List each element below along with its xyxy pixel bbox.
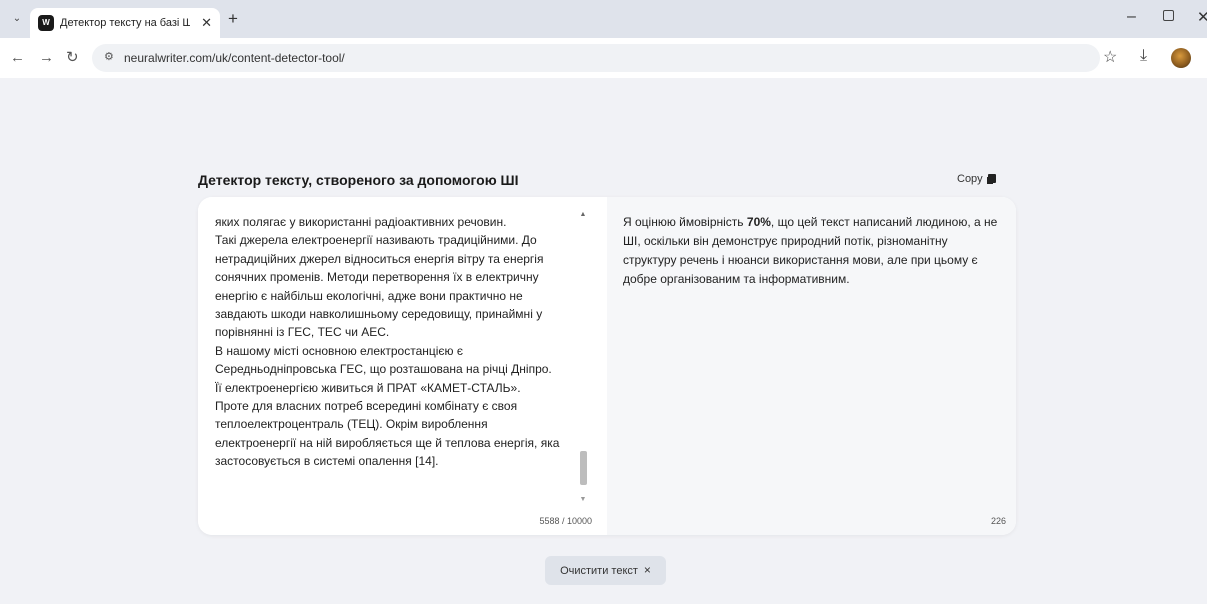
input-pane: яких полягає у використанні радіоактивни… bbox=[198, 197, 607, 535]
detector-card: яких полягає у використанні радіоактивни… bbox=[198, 197, 1016, 535]
tab-favicon-icon: W bbox=[38, 15, 54, 31]
copy-button[interactable]: Copy bbox=[957, 173, 996, 185]
result-pane: Я оцінюю ймовірність 70%, що цей текст н… bbox=[607, 197, 1016, 535]
page-title: Детектор тексту, створеного за допомогою… bbox=[198, 172, 519, 188]
tab-title: Детектор тексту на базі ШІ ▶ bbox=[60, 17, 190, 29]
input-line: теплоелектроцентраль (ТЕЦ). Окрім виробл… bbox=[215, 417, 488, 432]
tab-search-chevron-icon[interactable]: ⌄ bbox=[8, 10, 26, 28]
input-line: завдають шкоди навколишньому середовищу,… bbox=[215, 307, 543, 322]
scroll-down-arrow-icon[interactable]: ▼ bbox=[578, 496, 588, 503]
result-prefix: Я оцінюю ймовірність bbox=[623, 215, 747, 229]
page-content: Детектор тексту, створеного за допомогою… bbox=[0, 78, 1207, 604]
forward-arrow-icon[interactable]: → bbox=[39, 48, 54, 68]
copy-icon bbox=[987, 174, 996, 183]
input-line: застосовується в системі опалення [14]. bbox=[215, 454, 439, 469]
input-line: порівнянні із ГЕС, ТЕС чи АЕС. bbox=[215, 325, 390, 340]
result-text: Я оцінюю ймовірність 70%, що цей текст н… bbox=[623, 213, 1003, 289]
input-scrollbar[interactable]: ▲ ▼ bbox=[578, 211, 588, 503]
result-probability: 70% bbox=[746, 215, 771, 229]
address-bar[interactable]: ⚙ neuralwriter.com/uk/content-detector-t… bbox=[92, 44, 1100, 72]
input-line: Середньодніпровська ГЕС, що розташована … bbox=[215, 362, 552, 377]
input-line: Проте для власних потреб всередині комбі… bbox=[215, 399, 518, 414]
scroll-thumb[interactable] bbox=[580, 451, 587, 485]
browser-tab[interactable]: W Детектор тексту на базі ШІ ▶ ✕ bbox=[30, 8, 220, 38]
site-settings-icon[interactable]: ⚙ bbox=[104, 50, 114, 63]
input-line: В нашому місті основною електростанцією … bbox=[215, 343, 464, 358]
word-count: 226 bbox=[990, 516, 1006, 526]
input-line: сонячних променів. Методи перетворення ї… bbox=[215, 270, 539, 285]
copy-label: Copy bbox=[957, 173, 983, 185]
back-arrow-icon[interactable]: ← bbox=[10, 48, 25, 68]
character-count: 5588 / 10000 bbox=[539, 516, 592, 526]
window-close-icon[interactable]: ✕ bbox=[1197, 8, 1207, 26]
input-line: яких полягає у використанні радіоактивни… bbox=[215, 215, 507, 229]
window-restore-icon[interactable] bbox=[1163, 10, 1174, 21]
url-text: neuralwriter.com/uk/content-detector-too… bbox=[124, 51, 345, 65]
close-icon: × bbox=[643, 563, 651, 577]
clear-text-button[interactable]: Очистити текст × bbox=[545, 556, 666, 585]
tab-close-icon[interactable]: ✕ bbox=[201, 14, 212, 32]
profile-avatar[interactable] bbox=[1171, 48, 1191, 68]
browser-toolbar: ← → ↻ ⚙ neuralwriter.com/uk/content-dete… bbox=[0, 38, 1207, 78]
browser-tab-bar: ⌄ W Детектор тексту на базі ШІ ▶ ✕ + – ✕ bbox=[0, 0, 1207, 38]
text-input-area[interactable]: яких полягає у використанні радіоактивни… bbox=[215, 213, 581, 481]
input-line: Такі джерела електроенергії називають тр… bbox=[215, 233, 537, 248]
input-line: електроенергії на ній виробляється ще й … bbox=[215, 435, 560, 450]
new-tab-icon[interactable]: + bbox=[228, 10, 238, 28]
scroll-up-arrow-icon[interactable]: ▲ bbox=[578, 211, 588, 218]
bookmark-star-icon[interactable]: ☆ bbox=[1103, 47, 1117, 67]
clear-text-label: Очистити текст bbox=[560, 565, 638, 577]
input-line: Її електроенергією живиться й ПРАТ «КАМЕ… bbox=[215, 380, 521, 395]
reload-icon[interactable]: ↻ bbox=[66, 48, 79, 68]
input-line: енергію є найбільш екологічні, адже вони… bbox=[215, 288, 523, 303]
window-minimize-icon[interactable]: – bbox=[1127, 8, 1136, 26]
download-icon[interactable]: ⤓ bbox=[1140, 47, 1147, 65]
input-line: нетрадиційних джерел відноситься енергія… bbox=[215, 251, 544, 266]
